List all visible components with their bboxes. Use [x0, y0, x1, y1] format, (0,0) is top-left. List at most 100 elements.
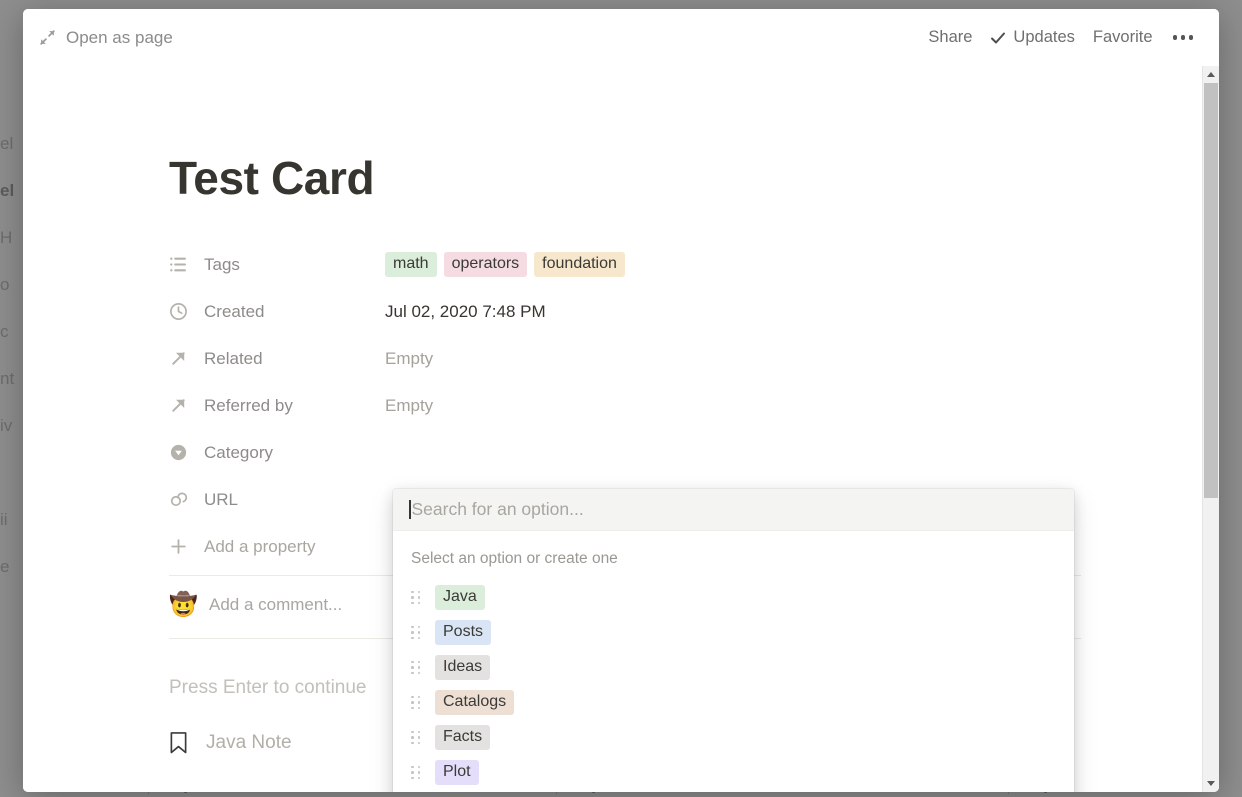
plus-icon	[169, 537, 188, 556]
option-pill[interactable]: Posts	[435, 619, 492, 646]
dot	[1188, 35, 1193, 40]
option-list: Java Posts Ideas Catalogs Facts Plot Saves	[393, 580, 1074, 792]
dot	[417, 736, 421, 739]
option-item[interactable]: Facts	[393, 720, 1074, 755]
property-key-related[interactable]: Related	[169, 349, 379, 369]
drag-handle-icon[interactable]	[411, 625, 421, 640]
property-value-category[interactable]	[379, 450, 391, 456]
option-item[interactable]: Plot	[393, 755, 1074, 790]
select-circle-icon	[169, 443, 188, 462]
avatar: 🤠	[169, 591, 198, 617]
option-item[interactable]: Posts	[393, 615, 1074, 650]
property-value-created[interactable]: Jul 02, 2020 7:48 PM	[379, 299, 552, 325]
drag-handle-icon[interactable]	[411, 765, 421, 780]
dot	[417, 590, 421, 594]
favorite-button[interactable]: Favorite	[1093, 28, 1153, 47]
drag-handle-icon[interactable]	[411, 695, 421, 710]
updates-button[interactable]: Updates	[990, 28, 1075, 47]
option-item[interactable]: Java	[393, 580, 1074, 615]
dot	[417, 666, 421, 669]
option-pill[interactable]: Catalogs	[435, 689, 515, 716]
dot	[411, 776, 414, 780]
dot	[411, 706, 414, 710]
dot	[417, 596, 421, 599]
bookmark-icon	[169, 731, 188, 755]
property-label: Related	[204, 348, 263, 368]
drag-handle-icon[interactable]	[411, 590, 421, 605]
background-fragment: e	[0, 557, 10, 576]
category-option-dropdown: Search for an option... Select an option…	[393, 489, 1074, 792]
caret-up-icon	[1207, 72, 1215, 77]
share-button[interactable]: Share	[928, 28, 972, 47]
caret-down-icon	[1207, 781, 1215, 786]
check-icon	[990, 30, 1006, 46]
property-key-referred-by[interactable]: Referred by	[169, 396, 379, 416]
background-fragment: el	[0, 134, 14, 153]
property-row-related: Related Empty	[169, 335, 1202, 382]
property-label: Tags	[204, 254, 240, 274]
link-icon	[169, 490, 188, 509]
option-pill[interactable]: Facts	[435, 724, 491, 751]
tag-pill[interactable]: math	[385, 251, 437, 278]
tag-pill[interactable]: foundation	[534, 251, 625, 278]
scroll-thumb[interactable]	[1204, 83, 1218, 499]
tag-pill[interactable]: operators	[443, 251, 528, 278]
property-label: Created	[204, 301, 265, 321]
property-value-referred-by[interactable]: Empty	[379, 393, 439, 419]
dot	[417, 776, 421, 780]
dot	[417, 730, 421, 734]
tag-pill-group[interactable]: math operators foundation	[379, 251, 625, 278]
property-row-tags: Tags math operators foundation	[169, 241, 1202, 288]
dot	[411, 601, 414, 605]
vertical-scrollbar[interactable]	[1202, 66, 1219, 792]
property-value-url[interactable]	[379, 497, 391, 503]
topbar-actions: Share Updates Favorite	[928, 28, 1209, 47]
dot	[417, 706, 421, 710]
option-item[interactable]: Ideas	[393, 650, 1074, 685]
option-search-input[interactable]: Search for an option...	[393, 489, 1074, 531]
property-key-category[interactable]: Category	[169, 443, 379, 463]
page-title[interactable]: Test Card	[169, 151, 1202, 205]
drag-handle-icon[interactable]	[411, 730, 421, 745]
dot	[411, 765, 414, 769]
dot	[417, 741, 421, 745]
dot	[1180, 35, 1185, 40]
option-pill[interactable]: Java	[435, 584, 485, 611]
property-row-category: Category	[169, 429, 1202, 476]
scroll-down-button[interactable]	[1203, 775, 1219, 792]
dot	[417, 701, 421, 704]
property-row-created: Created Jul 02, 2020 7:48 PM	[169, 288, 1202, 335]
property-key-url[interactable]: URL	[169, 490, 379, 510]
ellipsis-icon[interactable]	[1171, 29, 1196, 46]
option-search-placeholder: Search for an option...	[411, 499, 584, 519]
option-item[interactable]: Saves	[393, 790, 1074, 792]
scroll-up-button[interactable]	[1203, 66, 1219, 83]
option-item[interactable]: Catalogs	[393, 685, 1074, 720]
open-as-page-button[interactable]: Open as page	[33, 24, 179, 52]
property-key-created[interactable]: Created	[169, 302, 379, 322]
open-as-page-label: Open as page	[66, 27, 173, 47]
dot	[417, 695, 421, 699]
favorite-label: Favorite	[1092, 28, 1153, 46]
option-pill[interactable]: Ideas	[435, 654, 491, 681]
background-text-fragments: el el Ho c nt iv ii e	[0, 120, 24, 590]
property-key-tags[interactable]: Tags	[169, 255, 379, 275]
drag-handle-icon[interactable]	[411, 660, 421, 675]
modal-topbar: Open as page Share Updates Favorite	[23, 9, 1219, 66]
dot	[411, 736, 414, 739]
dot	[411, 596, 414, 599]
dropdown-hint: Select an option or create one	[411, 550, 618, 567]
dot	[411, 666, 414, 669]
property-label: URL	[204, 489, 239, 509]
dot	[411, 631, 414, 634]
list-icon	[169, 255, 188, 274]
scrollbar-track[interactable]	[1203, 83, 1219, 775]
dot	[1172, 35, 1177, 40]
option-pill[interactable]: Plot	[435, 759, 479, 786]
arrow-up-right-icon	[169, 349, 188, 368]
property-list: Tags math operators foundation Created Jul 02…	[169, 241, 1202, 523]
property-value-related[interactable]: Empty	[379, 346, 439, 372]
text-cursor	[409, 500, 411, 519]
background-fragment: el	[0, 181, 15, 200]
card-peek-modal: Open as page Share Updates Favorite Test…	[23, 9, 1219, 792]
